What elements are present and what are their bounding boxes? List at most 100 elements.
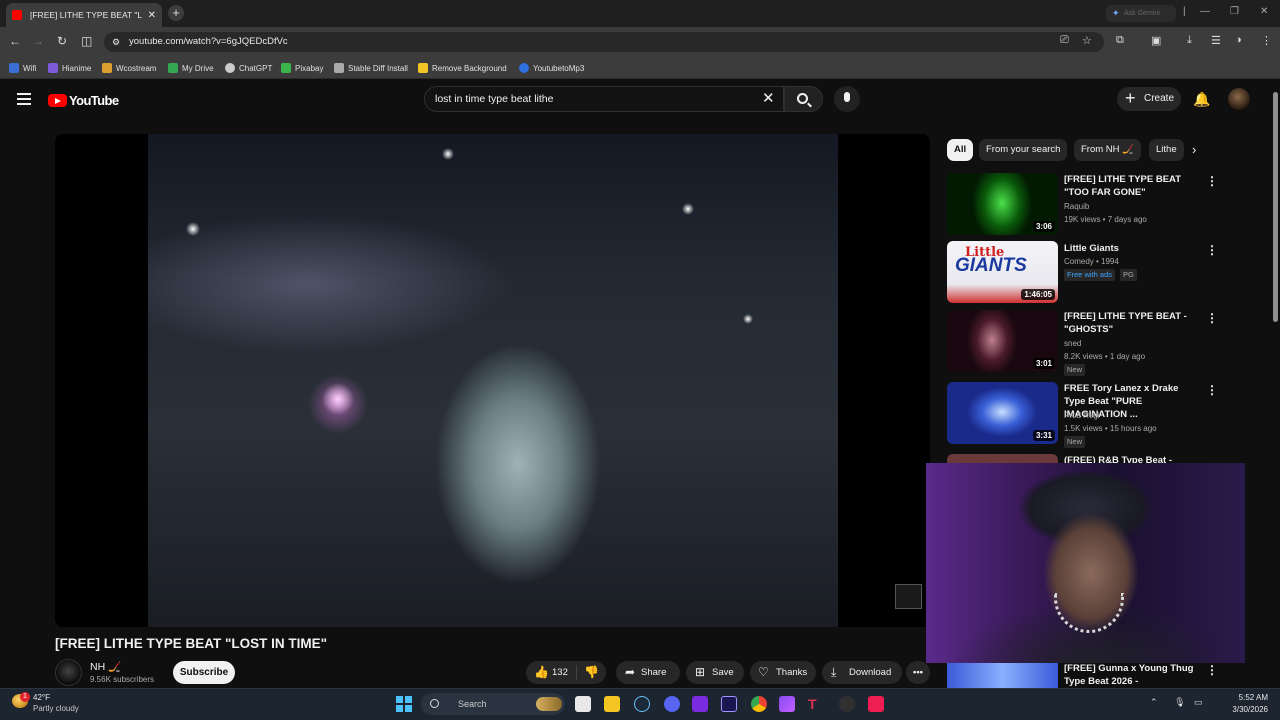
dislike-icon[interactable]: 👎 <box>584 661 599 684</box>
like-count[interactable]: 132 <box>552 661 568 684</box>
subscribe-button[interactable]: Subscribe <box>173 661 235 684</box>
chip-from-your-search[interactable]: From your search <box>979 139 1068 161</box>
separator-icon: | <box>1183 6 1186 17</box>
new-tab-button[interactable]: + <box>168 5 184 21</box>
search-icon <box>797 93 808 104</box>
discord-icon[interactable] <box>664 696 680 712</box>
bookmark-star-icon[interactable]: ☆ <box>1082 34 1092 47</box>
bookmark-remove-background[interactable]: Remove Background <box>418 61 507 75</box>
app-launcher-icon[interactable] <box>779 696 795 712</box>
bookmark-wcostream[interactable]: Wcostream <box>102 61 156 75</box>
chip-lithe[interactable]: Lithe <box>1149 139 1184 161</box>
youtube-play-icon <box>48 94 67 107</box>
extensions-icon[interactable]: ⧉ <box>1116 34 1124 47</box>
chevron-up-icon[interactable]: ⌃ <box>1150 697 1158 707</box>
voice-search-button[interactable] <box>834 86 860 112</box>
chip-all[interactable]: All <box>947 139 974 161</box>
more-options-icon[interactable]: ⋮ <box>1206 312 1218 324</box>
gemini-button[interactable]: Ask Gemini <box>1106 5 1176 22</box>
clear-search-icon[interactable]: ✕ <box>762 90 775 108</box>
bookmark-youtubetomp3[interactable]: YoutubetoMp3 <box>519 61 584 75</box>
maximize-icon[interactable]: ❐ <box>1230 6 1239 17</box>
youtube-logo[interactable]: YouTube <box>48 93 119 108</box>
channel-name[interactable]: NH 🏒 <box>90 660 121 673</box>
hamburger-menu-icon[interactable] <box>17 93 31 108</box>
search-button[interactable] <box>784 86 823 112</box>
reload-icon[interactable]: ↻ <box>57 34 67 48</box>
related-meta: 8.2K views • 1 day ago <box>1064 352 1146 361</box>
network-icon[interactable]: ▭ <box>1194 697 1203 707</box>
related-meta: 1.5K views • 15 hours ago <box>1064 424 1157 433</box>
related-title[interactable]: [FREE] LITHE TYPE BEAT - "GHOSTS" <box>1064 310 1194 336</box>
save-button[interactable]: ⊞ Save <box>686 661 744 684</box>
close-window-icon[interactable]: ✕ <box>1260 6 1268 17</box>
download-button[interactable]: ⤓ Download <box>822 661 902 684</box>
related-thumbnail[interactable]: 3:06 <box>947 173 1058 235</box>
chevron-right-icon[interactable]: › <box>1192 142 1196 157</box>
more-options-icon[interactable]: ⋮ <box>1206 384 1218 396</box>
page-scrollbar[interactable] <box>1273 92 1278 322</box>
app-grid-icon[interactable] <box>692 696 708 712</box>
related-title[interactable]: Little Giants <box>1064 242 1194 255</box>
video-watermark-thumbnail <box>895 584 922 609</box>
chrome-icon[interactable] <box>751 696 767 712</box>
windows-start-icon[interactable] <box>396 696 412 712</box>
video-player[interactable] <box>55 134 930 627</box>
thanks-icon: ♡ <box>758 665 769 679</box>
related-title[interactable]: [FREE] LITHE TYPE BEAT "TOO FAR GONE" <box>1064 173 1194 199</box>
like-icon[interactable]: 👍 <box>534 661 549 684</box>
share-button[interactable]: ➦ Share <box>616 661 680 684</box>
related-thumbnail[interactable] <box>947 663 1058 688</box>
tiktok-icon[interactable] <box>868 696 884 712</box>
obs-icon[interactable] <box>839 696 855 712</box>
weather-condition[interactable]: Partly cloudy <box>33 704 79 713</box>
more-options-icon[interactable]: ⋮ <box>1206 664 1218 676</box>
create-button[interactable]: Create <box>1117 86 1181 111</box>
notifications-bell-icon[interactable]: 🔔 <box>1193 91 1210 108</box>
microphone-tray-icon[interactable]: 🎙 <box>1174 697 1185 707</box>
tiktok-studio-icon[interactable]: T <box>808 696 824 712</box>
task-view-icon[interactable] <box>575 696 591 712</box>
cast-icon[interactable]: ⎚ <box>1060 34 1069 47</box>
more-options-icon[interactable]: ⋮ <box>1206 244 1218 256</box>
system-tray[interactable]: ⌃ 🎙 ▭ <box>1150 697 1203 708</box>
related-thumbnail[interactable]: Little GIANTS 1:46:05 <box>947 241 1058 303</box>
bookmark-pixabay[interactable]: Pixabay <box>281 61 323 75</box>
related-thumbnail[interactable]: 3:31 <box>947 382 1058 444</box>
file-explorer-icon[interactable] <box>604 696 620 712</box>
related-thumbnail[interactable]: 3:01 <box>947 310 1058 372</box>
forward-icon[interactable]: → <box>32 34 44 48</box>
split-view-icon[interactable]: ◫ <box>81 34 92 48</box>
channel-avatar[interactable] <box>55 659 82 686</box>
related-channel[interactable]: Prod Regi <box>1064 411 1100 420</box>
browser-tab[interactable]: [FREE] LITHE TYPE BEAT "LOST IN TIME" ✕ <box>6 3 162 27</box>
thanks-button[interactable]: ♡ Thanks <box>750 661 816 684</box>
temperature[interactable]: 42°F <box>33 693 50 702</box>
tab-search-icon[interactable]: ▣ <box>1151 34 1161 47</box>
bookmark-chatgpt[interactable]: ChatGPT <box>225 61 272 75</box>
bookmark-hianime[interactable]: Hianime <box>48 61 91 75</box>
bookmark-my-drive[interactable]: My Drive <box>168 61 214 75</box>
google-drive-icon <box>168 63 178 73</box>
minimize-icon[interactable]: — <box>1200 6 1210 17</box>
reading-list-icon[interactable]: ☰ <box>1211 34 1221 47</box>
premiere-pro-icon[interactable] <box>721 696 737 712</box>
more-options-icon[interactable]: ⋮ <box>1206 175 1218 187</box>
related-channel[interactable]: Raquib <box>1064 202 1089 211</box>
download-icon[interactable]: ⤓ <box>1187 34 1192 47</box>
close-tab-icon[interactable]: ✕ <box>148 10 156 21</box>
steam-icon[interactable] <box>634 696 650 712</box>
back-icon[interactable]: ← <box>9 34 21 48</box>
more-actions-button[interactable]: ••• <box>906 661 930 684</box>
search-input[interactable]: lost in time type beat lithe <box>424 86 784 112</box>
bookmark-stable-diff[interactable]: Stable Diff Install <box>334 61 408 75</box>
account-avatar[interactable] <box>1228 88 1250 110</box>
browser-menu-icon[interactable]: ⋮ <box>1261 34 1272 47</box>
profile-icon[interactable]: ◑ <box>1235 34 1242 46</box>
chip-from-channel[interactable]: From NH 🏒 <box>1074 139 1141 161</box>
site-info-icon[interactable]: ⚙ <box>112 32 120 52</box>
bookmark-wifi[interactable]: Wifi <box>9 61 36 75</box>
address-bar[interactable]: ⚙ youtube.com/watch?v=6gJQEDcDfVc <box>104 32 1104 52</box>
related-channel[interactable]: sned <box>1064 339 1081 348</box>
taskbar-clock[interactable]: 5:52 AM 3/30/2026 <box>1222 692 1268 716</box>
